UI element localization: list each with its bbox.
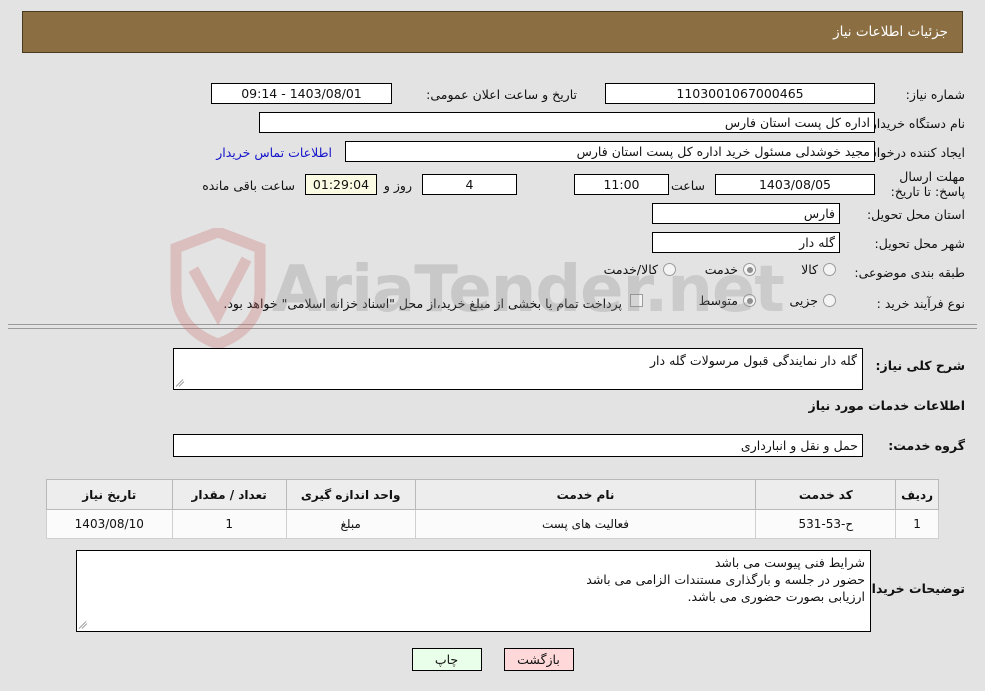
radio-indicator[interactable] xyxy=(743,263,756,276)
col-quantity: تعداد / مقدار xyxy=(171,479,287,510)
col-radif: ردیف xyxy=(895,479,939,510)
service-items-table: ردیف کد خدمت نام خدمت واحد اندازه گیری ت… xyxy=(46,479,939,539)
table-header-row: ردیف کد خدمت نام خدمت واحد اندازه گیری ت… xyxy=(46,479,939,510)
requester-field: مجید خوشدلی مسئول خرید اداره کل پست استا… xyxy=(345,141,875,162)
back-button[interactable]: بازگشت xyxy=(503,648,574,671)
city-field: گله دار xyxy=(652,232,840,253)
col-service-code: کد خدمت xyxy=(755,479,897,510)
countdown-field: 01:29:04 xyxy=(305,174,377,195)
remaining-days-field: 4 xyxy=(422,174,517,195)
cell-quantity: 1 xyxy=(171,509,287,539)
need-number-field: 1103001067000465 xyxy=(605,83,875,104)
province-label: استان محل تحویل: xyxy=(866,207,965,222)
days-label: روز و xyxy=(383,178,412,193)
category-option-label: کالا/خدمت xyxy=(603,262,658,277)
deadline-label: مهلت ارسال پاسخ: تا تاریخ: xyxy=(890,169,965,199)
buyer-notes-panel: توضیحات خریدار: شرایط فنی پیوست می باشد … xyxy=(8,546,977,638)
treasury-note-text: پرداخت تمام یا بخشی از مبلغ خرید،از محل … xyxy=(223,296,622,311)
city-label: شهر محل تحویل: xyxy=(874,236,965,251)
category-option-label: کالا xyxy=(801,262,818,277)
deadline-time-field: 11:00 xyxy=(574,174,669,195)
announce-datetime-field: 1403/08/01 - 09:14 xyxy=(211,83,392,104)
description-value: گله دار نمایندگی قبول مرسولات گله دار xyxy=(650,353,857,368)
process-option-label: جزیی xyxy=(789,293,818,308)
cell-radif: 1 xyxy=(895,509,939,539)
deadline-date-field: 1403/08/05 xyxy=(715,174,875,195)
section-divider-top xyxy=(8,324,977,329)
province-field: فارس xyxy=(652,203,840,224)
cell-service-code: ح-53-531 xyxy=(755,509,897,539)
buyer-notes-label: توضیحات خریدار: xyxy=(859,581,965,596)
process-label: نوع فرآیند خرید : xyxy=(876,296,965,311)
col-service-name: نام خدمت xyxy=(414,479,757,510)
remaining-label: ساعت باقی مانده xyxy=(202,178,295,193)
category-radio-khedmat[interactable]: خدمت xyxy=(705,262,756,277)
process-radio-jozee[interactable]: جزیی xyxy=(789,293,836,308)
footer-button-bar: بازگشت چاپ xyxy=(0,648,985,671)
description-label: شرح کلی نیاز: xyxy=(875,358,965,373)
category-radio-kala-khedmat[interactable]: کالا/خدمت xyxy=(604,262,676,277)
page-header: جزئیات اطلاعات نیاز xyxy=(22,11,963,53)
description-panel: شرح کلی نیاز: گله دار نمایندگی قبول مرسو… xyxy=(8,334,977,464)
description-textarea[interactable]: گله دار نمایندگی قبول مرسولات گله دار xyxy=(173,348,863,390)
print-button[interactable]: چاپ xyxy=(411,648,482,671)
buyer-note-line: شرایط فنی پیوست می باشد xyxy=(714,555,865,570)
need-info-panel: شماره نیاز: 1103001067000465 تاریخ و ساع… xyxy=(8,64,977,324)
radio-indicator[interactable] xyxy=(823,294,836,307)
announce-datetime-label: تاریخ و ساعت اعلان عمومی: xyxy=(426,87,577,102)
resize-grip-icon[interactable] xyxy=(78,620,89,630)
hour-label: ساعت xyxy=(670,178,705,193)
need-number-label: شماره نیاز: xyxy=(905,87,965,102)
treasury-bonds-checkbox[interactable] xyxy=(630,294,643,307)
col-unit: واحد اندازه گیری xyxy=(285,479,416,510)
cell-service-name: فعالیت های پست xyxy=(414,509,757,539)
radio-indicator[interactable] xyxy=(743,294,756,307)
buyer-org-label: نام دستگاه خریدار: xyxy=(866,116,965,131)
col-need-date: تاریخ نیاز xyxy=(46,479,173,510)
process-option-label: متوسط xyxy=(698,293,738,308)
category-radio-kala[interactable]: کالا xyxy=(801,262,836,277)
service-group-field: حمل و نقل و انبارداری xyxy=(173,434,863,457)
buyer-note-line: حضور در جلسه و بارگذاری مستندات الزامی م… xyxy=(586,572,865,587)
buyer-note-line: ارزیابی بصورت حضوری می باشد. xyxy=(687,589,865,604)
resize-grip-icon[interactable] xyxy=(175,378,186,388)
radio-indicator[interactable] xyxy=(663,263,676,276)
buyer-notes-textarea[interactable]: شرایط فنی پیوست می باشد حضور در جلسه و ب… xyxy=(76,550,871,632)
page-title: جزئیات اطلاعات نیاز xyxy=(833,24,948,40)
process-radio-motavasset[interactable]: متوسط xyxy=(699,293,756,308)
cell-need-date: 1403/08/10 xyxy=(46,509,173,539)
category-option-label: خدمت xyxy=(704,262,738,277)
buyer-org-field: اداره کل پست استان فارس xyxy=(259,112,875,133)
cell-unit: مبلغ xyxy=(285,509,416,539)
service-group-label: گروه خدمت: xyxy=(888,438,965,453)
buyer-contact-link[interactable]: اطلاعات تماس خریدار xyxy=(216,145,332,160)
table-row: 1 ح-53-531 فعالیت های پست مبلغ 1 1403/08… xyxy=(46,509,939,539)
services-heading: اطلاعات خدمات مورد نیاز xyxy=(808,398,966,413)
radio-indicator[interactable] xyxy=(823,263,836,276)
category-label: طبقه بندی موضوعی: xyxy=(854,265,965,280)
